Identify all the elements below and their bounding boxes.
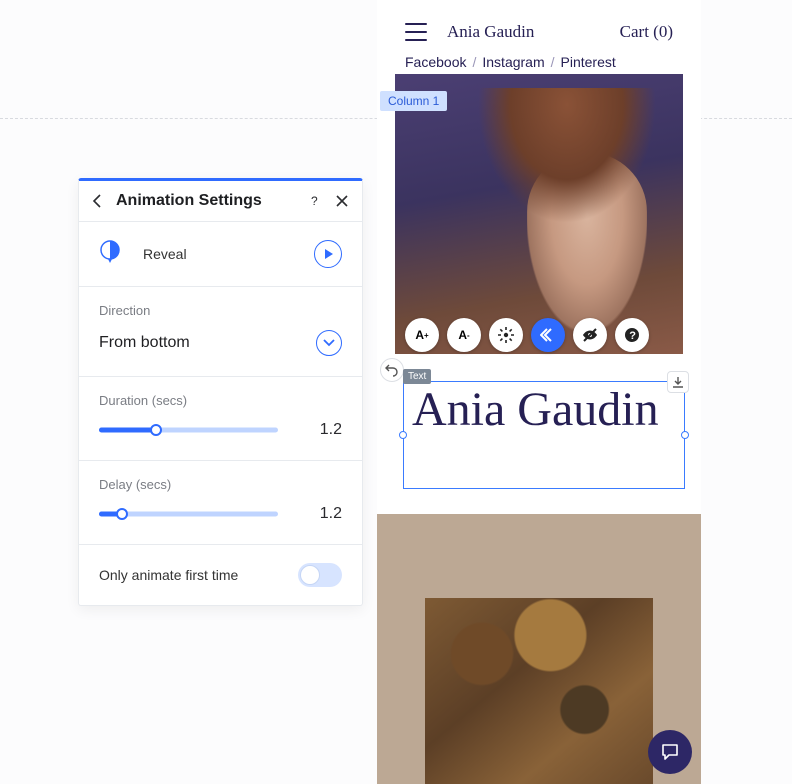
settings-button[interactable]: [489, 318, 523, 352]
direction-label: Direction: [99, 303, 342, 318]
duration-value: 1.2: [302, 421, 342, 439]
visibility-button[interactable]: [573, 318, 607, 352]
element-toolbar: A+ A- ?: [405, 318, 649, 352]
first-time-label: Only animate first time: [99, 567, 238, 583]
social-instagram[interactable]: Instagram: [482, 54, 544, 70]
back-icon[interactable]: [92, 194, 102, 208]
panel-title: Animation Settings: [116, 192, 294, 210]
social-facebook[interactable]: Facebook: [405, 54, 466, 70]
social-links: Facebook/ Instagram/ Pinterest: [377, 50, 701, 74]
animation-settings-panel: Animation Settings ? Reveal Direction Fr…: [78, 178, 363, 606]
svg-text:?: ?: [311, 194, 318, 208]
delay-section: Delay (secs) 1.2: [79, 461, 362, 545]
duration-label: Duration (secs): [99, 393, 342, 408]
first-time-toggle[interactable]: [298, 563, 342, 587]
selected-text-element[interactable]: Ania Gaudin: [403, 381, 685, 489]
panel-header: Animation Settings ?: [79, 181, 362, 222]
delay-value: 1.2: [302, 505, 342, 523]
hero-title-text[interactable]: Ania Gaudin: [404, 382, 684, 439]
site-title: Ania Gaudin: [447, 22, 600, 42]
direction-dropdown[interactable]: [316, 330, 342, 356]
direction-value: From bottom: [99, 334, 190, 352]
duration-section: Duration (secs) 1.2: [79, 377, 362, 461]
font-decrease-button[interactable]: A-: [447, 318, 481, 352]
balloon-icon: [99, 240, 121, 268]
info-button[interactable]: ?: [615, 318, 649, 352]
font-increase-button[interactable]: A+: [405, 318, 439, 352]
download-button[interactable]: [667, 371, 689, 393]
svg-text:?: ?: [629, 330, 636, 342]
first-time-row: Only animate first time: [79, 545, 362, 605]
column-badge[interactable]: Column 1: [380, 91, 447, 111]
resize-handle-left[interactable]: [399, 431, 407, 439]
delay-label: Delay (secs): [99, 477, 342, 492]
element-type-badge: Text: [403, 369, 431, 384]
device-header: Ania Gaudin Cart (0): [377, 0, 701, 50]
chat-fab[interactable]: [648, 730, 692, 774]
duration-slider[interactable]: [99, 420, 278, 440]
social-pinterest[interactable]: Pinterest: [561, 54, 616, 70]
undo-button[interactable]: [380, 358, 404, 382]
menu-icon[interactable]: [405, 23, 427, 41]
resize-handle-right[interactable]: [681, 431, 689, 439]
direction-section: Direction From bottom: [79, 287, 362, 377]
close-icon[interactable]: [336, 195, 348, 207]
effect-label: Reveal: [143, 246, 292, 262]
help-icon[interactable]: ?: [308, 194, 322, 208]
effect-row[interactable]: Reveal: [79, 222, 362, 287]
hero-image: [395, 74, 683, 354]
animation-button[interactable]: [531, 318, 565, 352]
cart-link[interactable]: Cart (0): [620, 22, 673, 42]
secondary-image: [425, 598, 653, 784]
delay-slider[interactable]: [99, 504, 278, 524]
play-button[interactable]: [314, 240, 342, 268]
